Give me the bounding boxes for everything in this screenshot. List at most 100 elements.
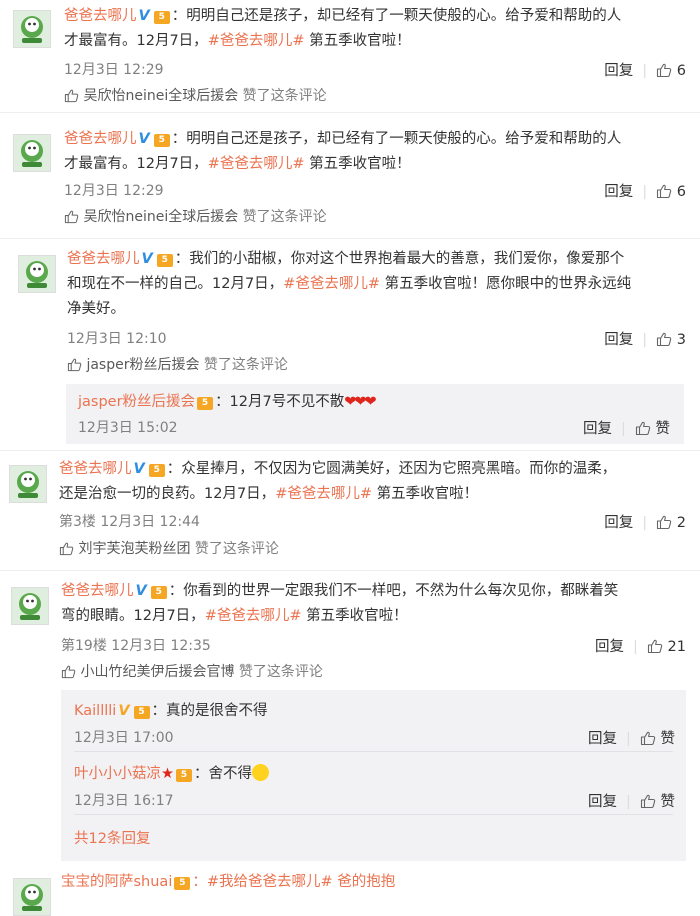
username-link[interactable]: 爸爸去哪儿	[64, 131, 137, 147]
reply-text: ：12月7号不见不散	[215, 394, 345, 410]
comment-text: 才最富有。12月7日，	[64, 33, 208, 49]
liked-suffix: 赞了这条评论	[199, 357, 288, 373]
member-level-icon: 5	[148, 464, 165, 477]
liked-suffix: 赞了这条评论	[238, 209, 327, 225]
star-icon: ★	[161, 766, 174, 782]
heart-emoji: ❤❤❤	[344, 394, 376, 410]
divider	[74, 814, 673, 815]
more-replies-link[interactable]: 共12条回复	[74, 827, 150, 848]
avatar[interactable]	[13, 134, 51, 172]
liker-link[interactable]: 小山竹纪美伊后援会官博	[80, 664, 234, 680]
thumb-up-icon	[656, 183, 672, 199]
comment-actions: 回复 | 2	[604, 515, 686, 531]
comment-text: 才最富有。12月7日，	[64, 156, 208, 172]
comment-meta: 第3楼 12月3日 12:44	[59, 511, 200, 531]
comment-time: 12月3日 12:44	[100, 514, 200, 530]
thumb-up-icon	[64, 209, 79, 224]
verified-v-icon: V	[135, 583, 147, 599]
verified-v-icon: V	[138, 8, 150, 24]
like-button[interactable]: 赞	[640, 794, 675, 810]
like-button[interactable]: 6	[656, 184, 686, 200]
reply-button[interactable]: 回复	[583, 421, 612, 437]
username-link[interactable]: Kailllli	[74, 703, 116, 719]
reply-button[interactable]: 回复	[604, 63, 633, 79]
username-link[interactable]: 宝宝的阿萨shuai	[61, 874, 172, 890]
topic-link[interactable]: #爸爸去哪儿#	[208, 156, 305, 172]
avatar[interactable]	[18, 255, 56, 293]
reply-time: 12月3日 17:00	[74, 730, 174, 746]
divider	[0, 570, 700, 571]
comment-text: ：#我给爸爸去哪儿# 爸的抱抱	[192, 874, 396, 890]
comment-text: 还是治愈一切的良药。12月7日，	[59, 486, 276, 502]
comment-actions: 回复 | 3	[604, 332, 686, 348]
liked-by-row: 小山竹纪美伊后援会官博 赞了这条评论	[61, 661, 323, 681]
reply-button[interactable]: 回复	[604, 332, 633, 348]
member-level-icon: 5	[153, 11, 170, 24]
topic-link[interactable]: #爸爸去哪儿#	[283, 276, 380, 292]
comment-time: 12月3日 12:35	[111, 638, 211, 654]
topic-link[interactable]: #爸爸去哪儿#	[205, 608, 302, 624]
like-button[interactable]: 21	[647, 639, 686, 655]
like-button[interactable]: 赞	[640, 731, 675, 747]
liked-suffix: 赞了这条评论	[234, 664, 323, 680]
topic-link[interactable]: #爸爸去哪儿#	[208, 33, 305, 49]
reply-button[interactable]: 回复	[604, 515, 633, 531]
like-count: 3	[676, 332, 686, 348]
avatar[interactable]	[9, 465, 47, 503]
reply-item: Kailllli V 5 ：真的是很舍不得	[74, 699, 699, 720]
username-link[interactable]: 爸爸去哪儿	[61, 583, 134, 599]
verified-v-icon: V	[141, 251, 153, 267]
liker-link[interactable]: 吴欣怡neinei全球后援会	[83, 88, 238, 104]
member-level-icon: 5	[156, 254, 173, 267]
liker-link[interactable]: 刘宇芙泡芙粉丝团	[78, 541, 190, 557]
liked-by-row: 吴欣怡neinei全球后援会 赞了这条评论	[64, 85, 327, 105]
like-button[interactable]: 2	[656, 515, 686, 531]
liker-link[interactable]: jasper粉丝后援会	[86, 357, 199, 373]
username-link[interactable]: 叶小小小菇凉	[74, 766, 161, 782]
like-button[interactable]: 赞	[635, 421, 670, 437]
thumb-up-icon	[656, 514, 672, 530]
reply-button[interactable]: 回复	[604, 184, 633, 200]
reply-actions: 回复 | 赞	[588, 794, 675, 810]
avatar[interactable]	[11, 587, 49, 625]
liker-link[interactable]: 吴欣怡neinei全球后援会	[83, 209, 238, 225]
thumb-up-icon	[656, 62, 672, 78]
username-link[interactable]: jasper粉丝后援会	[78, 394, 195, 410]
comment-text: ：明明自己还是孩子，却已经有了一颗天使般的心。给予爱和帮助的人	[171, 131, 622, 147]
avatar[interactable]	[13, 10, 51, 48]
reply-thread: Kailllli V 5 ：真的是很舍不得 12月3日 17:00 回复 | 赞 叶小小…	[61, 690, 686, 861]
avatar[interactable]	[13, 878, 51, 916]
liked-suffix: 赞了这条评论	[190, 541, 279, 557]
divider	[0, 238, 700, 239]
sad-face-emoji-icon	[252, 764, 269, 781]
member-level-icon: 5	[174, 877, 191, 890]
like-button[interactable]: 3	[656, 332, 686, 348]
comment-time: 12月3日 12:29	[64, 183, 164, 199]
divider	[0, 112, 700, 113]
thumb-up-icon	[59, 541, 74, 556]
reply-button[interactable]: 回复	[588, 794, 617, 810]
comment-time: 12月3日 12:29	[64, 62, 164, 78]
comment-text: ：我们的小甜椒，你对这个世界抱着最大的善意，我们爱你，像爱那个	[174, 251, 625, 267]
like-label: 赞	[660, 794, 676, 810]
comment-text: 第五季收官啦！愿你眼中的世界永远纯	[380, 276, 632, 292]
username-link[interactable]: 爸爸去哪儿	[59, 461, 132, 477]
like-button[interactable]: 6	[656, 63, 686, 79]
topic-link[interactable]: #爸爸去哪儿#	[275, 486, 372, 502]
comment-time: 12月3日 12:10	[67, 331, 167, 347]
reply-text: ：舍不得	[194, 766, 252, 782]
like-count: 21	[667, 639, 686, 655]
thumb-up-icon	[635, 420, 651, 436]
reply-actions: 回复 | 赞	[583, 421, 670, 437]
verified-v-icon: V	[138, 131, 150, 147]
reply-button[interactable]: 回复	[595, 639, 624, 655]
comment-actions: 回复 | 21	[595, 639, 686, 655]
verified-v-icon: V	[133, 461, 145, 477]
reply-actions: 回复 | 赞	[588, 731, 675, 747]
username-link[interactable]: 爸爸去哪儿	[64, 8, 137, 24]
username-link[interactable]: 爸爸去哪儿	[67, 251, 140, 267]
reply-button[interactable]: 回复	[588, 731, 617, 747]
comment-actions: 回复 | 6	[604, 184, 686, 200]
comment-text: ：你看到的世界一定跟我们不一样吧，不然为什么每次见你，都眯着笑	[168, 583, 619, 599]
thumb-up-icon	[64, 88, 79, 103]
